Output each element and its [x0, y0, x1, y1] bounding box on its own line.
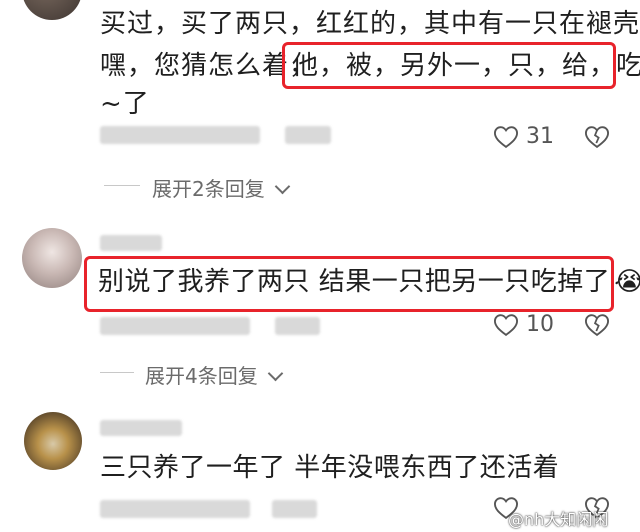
comment-meta-blurred: [100, 317, 250, 335]
comment-text: 买过，买了两只，红红的，其中有一只在褪壳。: [100, 9, 640, 39]
heart-icon: [493, 126, 519, 149]
highlighted-text: 别说了我养了两只 结果一只把另一只吃掉了 😭: [98, 262, 640, 302]
expand-replies-button[interactable]: 展开4条回复: [145, 360, 284, 389]
highlighted-text: 他，被，另外一，只，给，吃: [292, 51, 640, 81]
username-blurred[interactable]: [100, 235, 162, 251]
reply-link-blurred[interactable]: [285, 126, 331, 144]
like-button[interactable]: 31: [492, 122, 562, 152]
chevron-down-icon: [267, 365, 284, 382]
avatar[interactable]: [22, 0, 82, 20]
reply-link-blurred[interactable]: [275, 317, 320, 335]
comment-meta-blurred: [100, 126, 260, 144]
comment-text: ~了: [100, 89, 150, 119]
comment-text: 三只养了一年了 半年没喂东西了还活着: [100, 453, 560, 483]
like-count: 31: [526, 124, 554, 149]
avatar[interactable]: [22, 228, 82, 288]
comment-meta-blurred: [100, 500, 250, 518]
avatar[interactable]: [24, 412, 82, 470]
chevron-down-icon: [274, 178, 291, 195]
crying-emoji: 😭: [614, 267, 640, 297]
divider: [104, 185, 140, 186]
like-count: 10: [526, 312, 554, 337]
like-button[interactable]: 10: [492, 310, 562, 340]
username-blurred[interactable]: [100, 420, 182, 436]
divider: [100, 372, 134, 373]
heart-icon: [493, 314, 519, 337]
dislike-icon[interactable]: [583, 123, 611, 151]
dislike-icon[interactable]: [583, 311, 611, 339]
reply-link-blurred[interactable]: [272, 500, 317, 518]
expand-replies-button[interactable]: 展开2条回复: [152, 173, 291, 202]
watermark: @nh大知闲闲: [508, 510, 609, 529]
